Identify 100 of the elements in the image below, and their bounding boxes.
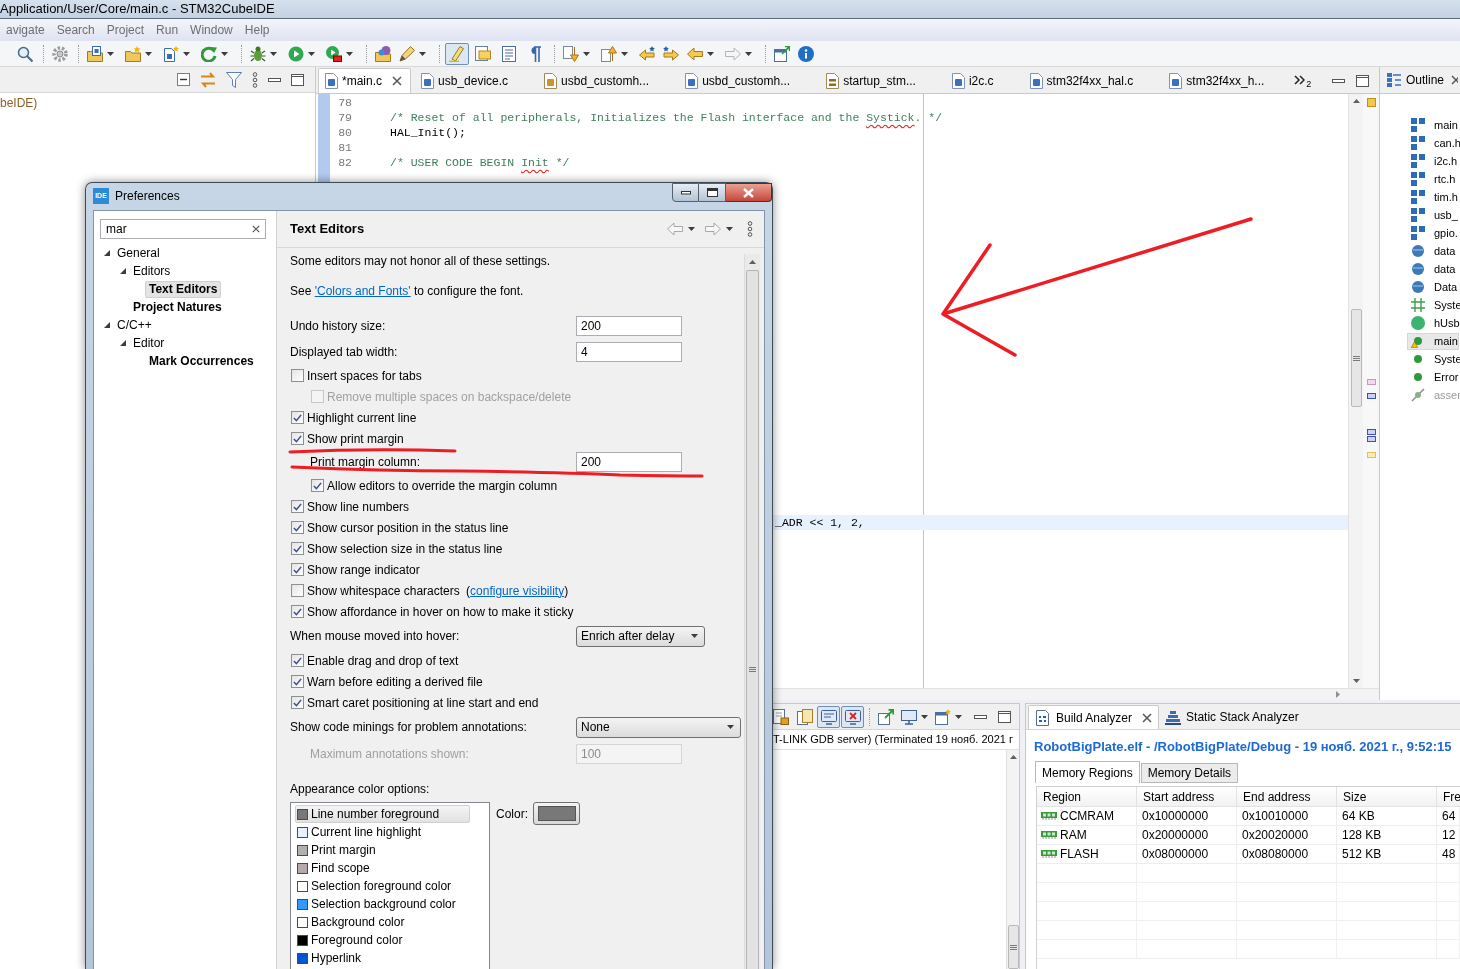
outline-item[interactable]: rtc.h [1407,170,1457,188]
scrollbar-thumb[interactable] [1350,309,1362,407]
list-item[interactable]: Line number foreground [295,805,470,823]
dropdown[interactable]: Enrich after delay [576,625,705,647]
caret-icon[interactable] [583,51,590,56]
list-item[interactable]: Selection background color [295,895,470,913]
caret-icon[interactable] [107,51,114,56]
text-link[interactable]: 'Colors and Fonts' [314,284,411,298]
editor-tab[interactable]: usbd_customh... [538,68,680,93]
caret-icon[interactable] [955,714,962,719]
checkbox[interactable] [291,605,304,618]
checkbox[interactable] [291,696,304,709]
caret-icon[interactable] [145,51,152,56]
tree-item[interactable]: Editors [129,262,175,280]
number-field[interactable]: 4 [576,342,682,362]
caret-icon[interactable] [221,51,228,56]
tree-item[interactable]: General [113,244,164,262]
checkbox[interactable] [291,521,304,534]
sub-tab[interactable]: Memory Details [1140,763,1239,783]
menu-item[interactable]: Search [56,21,95,39]
more-options-icon[interactable] [747,221,753,237]
editor-tab[interactable]: *main.c [318,68,411,93]
editor-tab[interactable]: i2c.c [945,68,1024,93]
editor-tab[interactable]: startup_stm... [820,68,946,93]
scrollbar-thumb[interactable] [1007,925,1019,969]
vertical-scrollbar[interactable] [744,254,760,969]
caret-icon[interactable] [346,51,353,56]
caret-icon[interactable] [688,227,695,231]
menu-item[interactable]: Project [106,21,145,39]
forward-button[interactable] [703,221,735,237]
triangle-icon[interactable] [104,322,110,328]
caret-icon[interactable] [621,51,628,56]
triangle-icon[interactable] [120,268,126,274]
column-header[interactable]: Region [1043,787,1082,806]
clear-icon[interactable] [252,225,260,233]
minimize-icon[interactable] [1332,79,1345,83]
checkbox[interactable] [291,432,304,445]
menu-item[interactable]: Run [156,21,179,39]
explorer-item[interactable]: beIDE) [0,95,38,111]
up-arrow-icon[interactable] [1009,755,1017,759]
caret-icon[interactable] [727,725,734,729]
scrollbar-thumb[interactable] [746,270,759,969]
close-icon[interactable] [1142,712,1153,723]
vertical-scrollbar[interactable] [1348,94,1363,688]
down-arrow-icon[interactable] [1352,679,1360,683]
caret-icon[interactable] [745,51,752,56]
caret-icon[interactable] [183,51,190,56]
more-options-icon[interactable] [252,71,258,88]
maximize-button[interactable] [699,183,726,202]
checkbox[interactable] [311,479,324,492]
sub-tab[interactable]: Memory Regions [1035,761,1140,783]
maximize-icon[interactable] [998,710,1011,723]
number-field[interactable]: 200 [576,452,682,472]
up-arrow-icon[interactable] [1352,99,1360,103]
outline-item[interactable]: main [1407,116,1459,134]
close-icon[interactable] [392,76,402,86]
tree-item[interactable]: Editor [129,334,169,352]
caret-icon[interactable] [419,51,426,56]
close-icon[interactable] [1451,75,1459,85]
number-field[interactable]: 200 [576,316,682,336]
editor-tab[interactable]: usb_device.c [415,68,539,93]
tree-item[interactable]: Text Editors [145,280,222,298]
panel-tab[interactable]: Static Stack Analyzer [1159,705,1305,729]
ruler-mark-icon[interactable] [1366,98,1376,107]
maximize-icon[interactable] [1356,75,1369,87]
editor-tab[interactable]: usbd_customh... [679,68,821,93]
outline-item[interactable]: usb_ [1407,206,1459,224]
checkbox[interactable] [291,563,304,576]
right-arrow-icon[interactable] [1336,691,1340,698]
minimize-icon[interactable] [974,714,987,719]
panel-tab[interactable]: Build Analyzer [1028,705,1160,729]
outline-item[interactable]: tim.h [1407,188,1459,206]
outline-item[interactable]: i2c.h [1407,152,1459,170]
menu-item[interactable]: Help [244,21,270,39]
highlighter-button[interactable] [445,42,469,65]
caret-icon[interactable] [921,714,928,719]
outline-item[interactable]: Error [1407,368,1460,386]
outline-item[interactable]: data [1407,242,1457,260]
filter-field[interactable]: mar [100,219,266,239]
tree-item[interactable]: Mark Occurrences [145,352,258,370]
column-header[interactable]: Size [1343,787,1367,806]
back-button[interactable] [665,221,697,237]
triangle-icon[interactable] [104,250,110,256]
dropdown[interactable]: None [576,716,741,738]
checkbox[interactable] [291,542,304,555]
column-header[interactable]: End address [1243,787,1311,806]
caret-icon[interactable] [726,227,733,231]
minimize-icon[interactable] [268,77,281,82]
column-header[interactable]: Fre [1443,787,1460,806]
list-item[interactable]: Selection foreground color [295,877,470,895]
console-toggle-button[interactable] [841,705,864,728]
checkbox[interactable] [291,500,304,513]
collapse-all-icon[interactable] [177,73,190,86]
caret-icon[interactable] [270,51,277,56]
maximize-icon[interactable] [291,73,304,86]
outline-item[interactable]: can.h [1407,134,1460,152]
list-item[interactable]: Print margin [295,841,470,859]
outline-item[interactable]: hUsb [1407,314,1460,332]
outline-item[interactable]: gpio. [1407,224,1459,242]
close-button[interactable] [726,183,772,202]
